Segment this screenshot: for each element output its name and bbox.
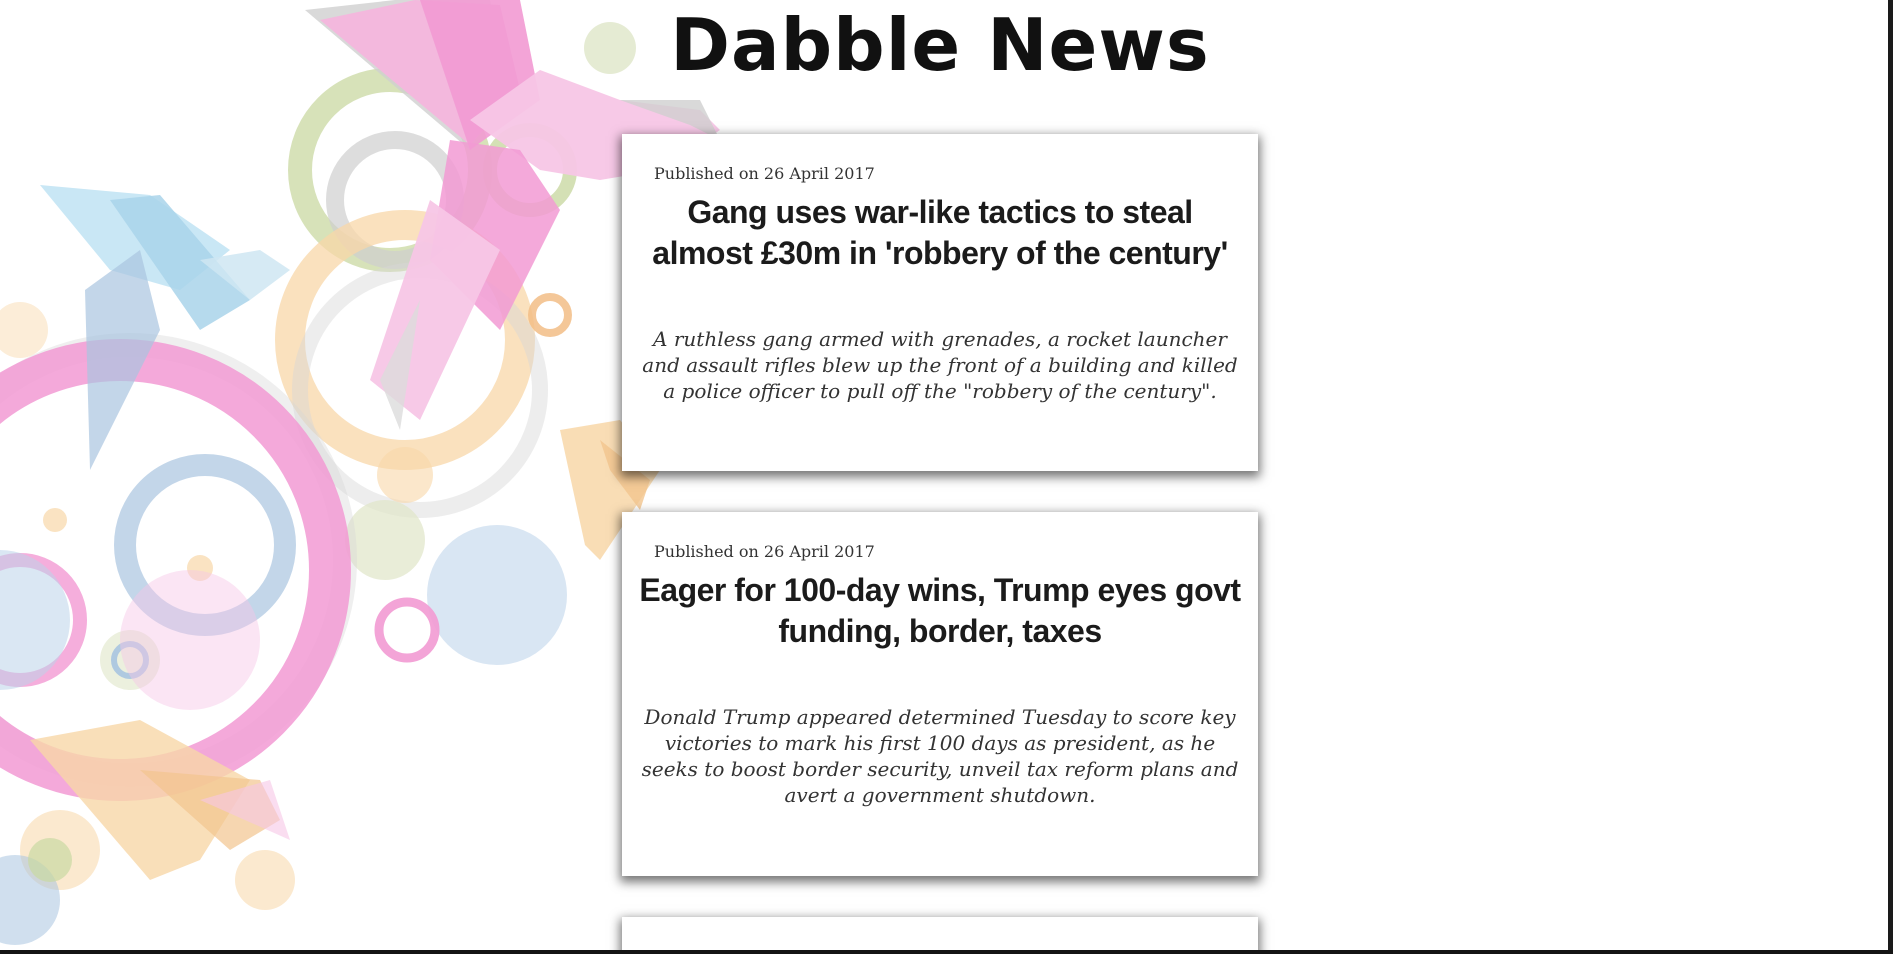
- bottom-edge-bar: [0, 950, 1893, 954]
- page: Dabble News Published on 26 April 2017 G…: [0, 0, 1893, 954]
- origami-background-illustration: [0, 0, 720, 945]
- article-summary: A ruthless gang armed with grenades, a r…: [642, 327, 1238, 403]
- site-title: Dabble News: [670, 3, 1210, 87]
- article-card[interactable]: Published on 26 April 2017 Eager for 100…: [622, 512, 1258, 876]
- published-date: Published on 26 April 2017: [654, 542, 875, 561]
- published-date: Published on 26 April 2017: [654, 164, 875, 183]
- article-card-partial[interactable]: [622, 917, 1258, 954]
- article-headline[interactable]: Gang uses war-like tactics to steal almo…: [634, 192, 1246, 274]
- article-summary: Donald Trump appeared determined Tuesday…: [641, 705, 1239, 807]
- right-edge-strip: [1888, 0, 1893, 954]
- article-card[interactable]: Published on 26 April 2017 Gang uses war…: [622, 134, 1258, 471]
- article-headline[interactable]: Eager for 100-day wins, Trump eyes govt …: [634, 570, 1246, 652]
